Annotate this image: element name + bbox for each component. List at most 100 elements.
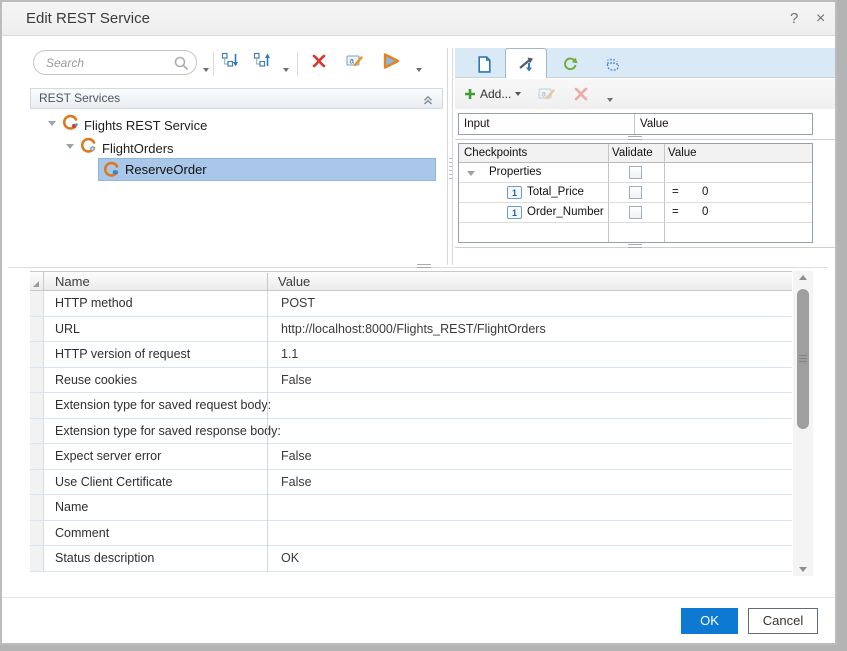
row-gutter[interactable] [30,291,44,316]
scroll-up-icon[interactable] [793,271,813,285]
toolbar-options-caret-icon[interactable] [607,98,613,102]
grid-corner-cell[interactable] [30,272,44,290]
search-options-caret-icon[interactable] [203,68,209,72]
delete-button-disabled[interactable] [573,86,589,107]
ok-button[interactable]: OK [681,608,738,634]
tree-item-flightorders[interactable]: FlightOrders [102,137,174,160]
name-column-header[interactable]: Name [55,272,90,291]
value-column-header: Value [668,144,697,163]
grid-row-http-version[interactable]: HTTP version of request 1.1 [30,342,792,368]
validate-column-header: Validate [612,144,653,163]
tab-http[interactable] [591,50,633,78]
splitter-grip[interactable] [628,244,642,250]
property-value[interactable]: 1.1 [281,342,298,367]
row-gutter[interactable] [30,317,44,342]
checkpoint-row-total-price[interactable]: 1 Total_Price = 0 [459,183,812,203]
screen: Edit REST Service ? × [0,0,847,651]
grid-row-url[interactable]: URL http://localhost:8000/Flights_REST/F… [30,317,792,343]
grid-row-name[interactable]: Name [30,495,792,521]
add-button[interactable]: Add... [464,84,521,104]
property-name: HTTP version of request [55,342,190,367]
property-value[interactable]: http://localhost:8000/Flights_REST/Fligh… [281,317,546,342]
group-expander-icon[interactable] [467,171,475,176]
validate-checkbox[interactable] [629,186,642,199]
grid-row-ext-request-body[interactable]: Extension type for saved request body: [30,393,792,419]
collapse-all-button[interactable] [253,52,271,74]
help-icon[interactable]: ? [790,2,798,36]
tree-item-label: Flights REST Service [84,118,207,133]
splitter-grip[interactable] [628,136,642,142]
thumb-grip [799,355,807,362]
property-value[interactable]: False [281,470,312,495]
panel-splitter[interactable] [455,139,835,140]
svg-text:a: a [350,57,355,66]
property-name: Extension type for saved request body: [55,393,271,418]
checkpoint-row-order-number[interactable]: 1 Order_Number = 0 [459,203,812,223]
grid-row-client-certificate[interactable]: Use Client Certificate False [30,470,792,496]
expand-options-caret-icon[interactable] [283,68,289,72]
search-input[interactable] [46,53,170,72]
row-gutter[interactable] [30,368,44,393]
vertical-splitter[interactable] [447,48,453,265]
property-name: Status description [55,546,154,571]
close-icon[interactable]: × [816,2,825,36]
run-button[interactable] [381,52,402,75]
validate-checkbox[interactable] [629,166,642,179]
vertical-scrollbar[interactable] [793,271,813,576]
checkpoints-icon [517,56,535,72]
scrollbar-thumb[interactable] [797,289,809,429]
property-value[interactable]: False [281,444,312,469]
checkpoint-group-row[interactable]: Properties [459,163,812,183]
checkpoint-label: Order_Number [527,203,604,222]
tab-request-body[interactable] [463,50,505,78]
value-column-header: Value [640,114,669,134]
run-options-caret-icon[interactable] [416,68,422,72]
grid-row-reuse-cookies[interactable]: Reuse cookies False [30,368,792,394]
checkpoints-toolbar: Add... a [455,79,835,109]
tree-item-flights-rest-service[interactable]: Flights REST Service [84,114,207,137]
row-gutter[interactable] [30,419,44,444]
collapse-panel-icon[interactable] [422,93,434,111]
row-gutter[interactable] [30,470,44,495]
rename-button[interactable]: a [346,53,364,73]
grid-row-status-description[interactable]: Status description OK [30,546,792,572]
scroll-down-icon[interactable] [793,562,813,576]
grid-row-ext-response-body[interactable]: Extension type for saved response body: [30,419,792,445]
grid-row-expect-server-error[interactable]: Expect server error False [30,444,792,470]
panel-splitter[interactable] [455,247,835,248]
property-name: Reuse cookies [55,368,137,393]
main-splitter-grip[interactable] [417,264,431,270]
delete-button[interactable] [311,53,327,74]
properties-tab-strip [455,48,835,78]
validate-checkbox[interactable] [629,206,642,219]
tab-events[interactable] [549,50,591,78]
expand-all-button[interactable] [221,52,239,74]
checkpoints-table: Checkpoints Validate Value Properties 1 … [458,143,813,243]
property-value[interactable]: False [281,368,312,393]
row-gutter[interactable] [30,393,44,418]
tree-expander-icon[interactable] [48,121,56,126]
toolbar-separator [297,52,298,76]
row-gutter[interactable] [30,495,44,520]
cancel-button[interactable]: Cancel [748,608,818,634]
tree-expander-icon[interactable] [66,144,74,149]
operator[interactable]: = [672,203,679,222]
grid-row-http-method[interactable]: HTTP method POST [30,291,792,317]
value-column-header[interactable]: Value [278,272,310,291]
property-value[interactable]: OK [281,546,299,571]
sync-icon [562,56,578,72]
row-gutter[interactable] [30,342,44,367]
expected-value[interactable]: 0 [702,183,708,202]
splitter-grip [449,158,452,180]
rename-button-disabled[interactable]: a [538,86,556,106]
add-options-caret-icon[interactable] [515,92,521,96]
row-gutter[interactable] [30,546,44,571]
tab-checkpoints[interactable] [505,48,547,78]
operator[interactable]: = [672,183,679,202]
row-gutter[interactable] [30,444,44,469]
expected-value[interactable]: 0 [702,203,708,222]
row-gutter[interactable] [30,521,44,546]
grid-row-comment[interactable]: Comment [30,521,792,547]
tree-item-reserveorder[interactable]: ReserveOrder [98,158,436,181]
property-value[interactable]: POST [281,291,315,316]
